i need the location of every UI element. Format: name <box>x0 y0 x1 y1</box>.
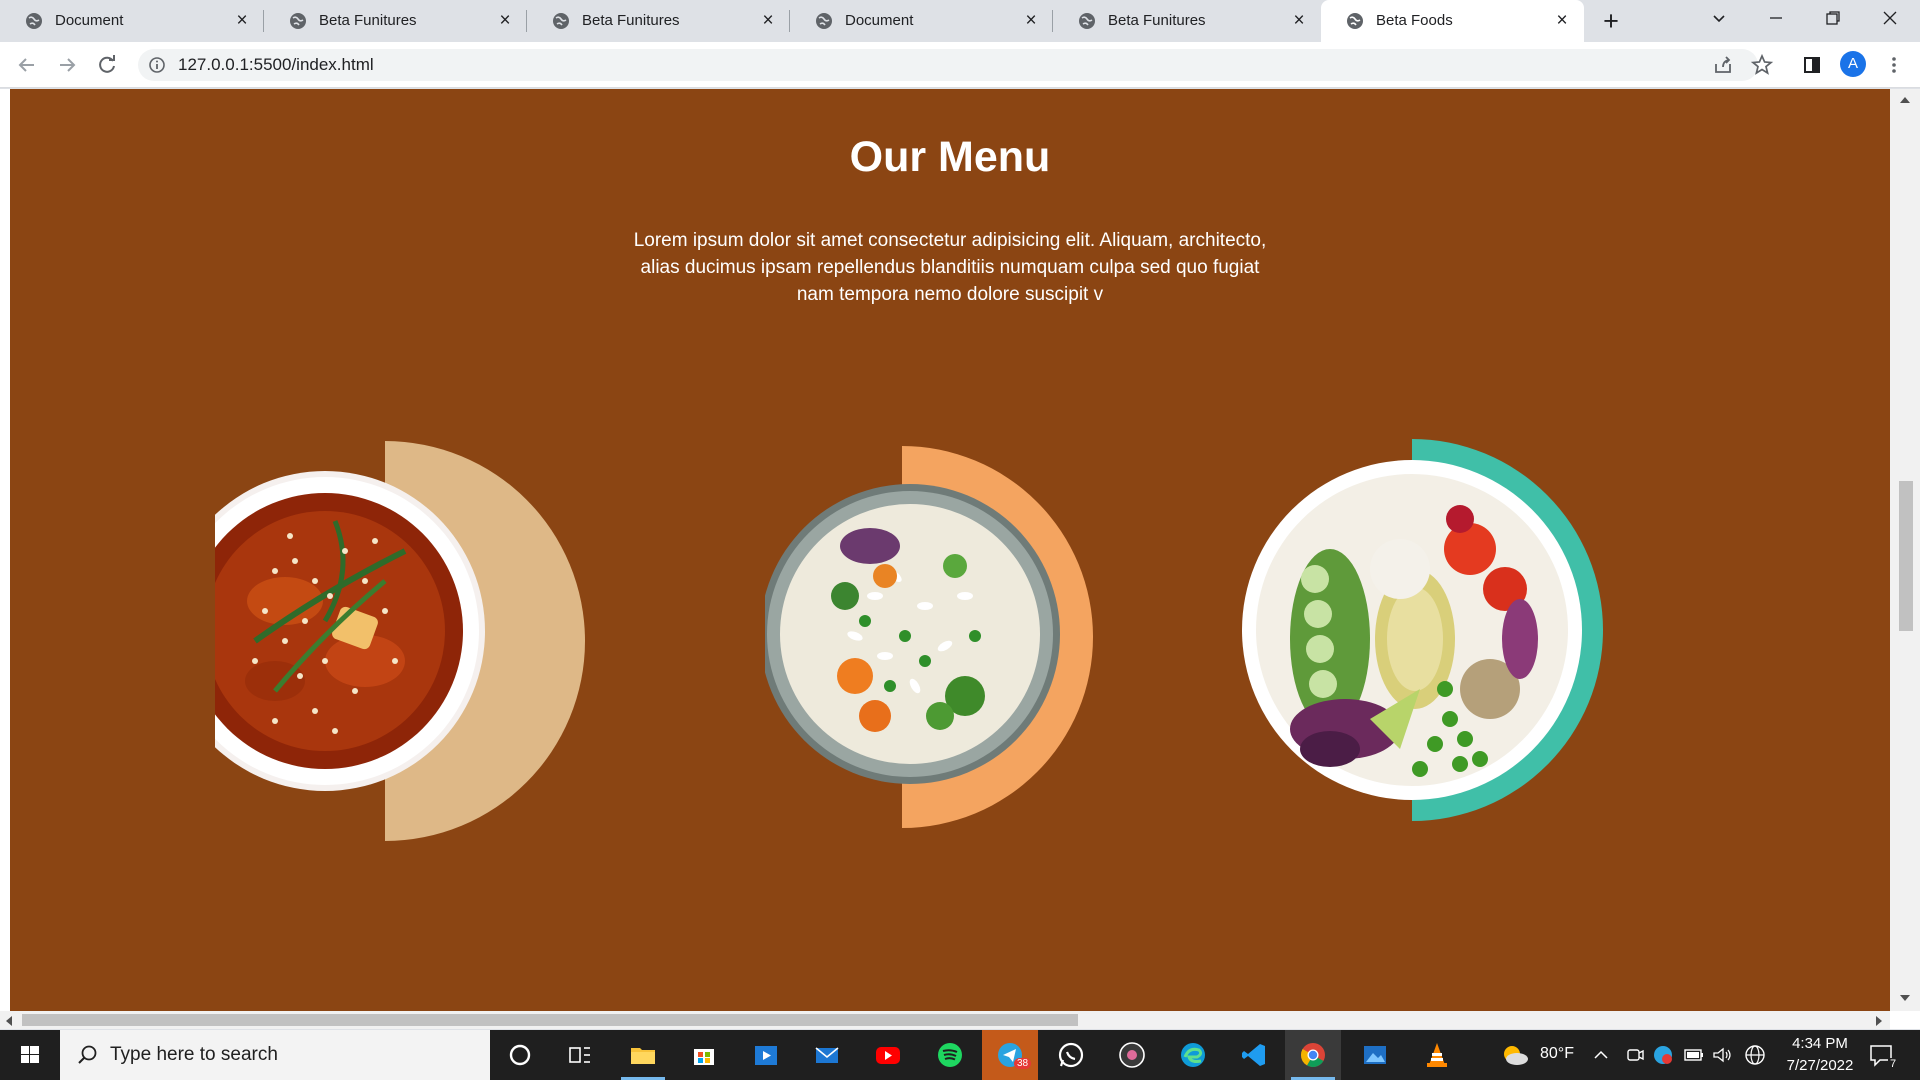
notification-count-badge: 7 <box>1888 1058 1899 1070</box>
whatsapp-icon[interactable] <box>1043 1030 1099 1080</box>
new-tab-button[interactable]: + <box>1597 8 1625 36</box>
taskbar-search-box[interactable]: Type here to search <box>60 1030 490 1080</box>
youtube-icon[interactable] <box>860 1030 916 1080</box>
tab-document-2[interactable]: Document × <box>790 0 1053 42</box>
close-tab-icon[interactable]: × <box>758 11 778 31</box>
address-bar[interactable]: 127.0.0.1:5500/index.html <box>138 49 1758 81</box>
windows-logo-icon <box>21 1046 39 1063</box>
minimize-icon[interactable] <box>1764 6 1788 30</box>
mail-icon[interactable] <box>799 1030 855 1080</box>
restore-icon[interactable] <box>1821 6 1845 30</box>
site-info-icon[interactable] <box>148 56 166 74</box>
clock-time: 4:34 PM <box>1792 1035 1848 1052</box>
scroll-up-arrow-icon[interactable] <box>1900 97 1910 103</box>
dish-card-soup <box>215 431 595 851</box>
globe-icon <box>1347 13 1363 29</box>
vertical-scrollbar[interactable] <box>1890 89 1920 1011</box>
reload-icon[interactable] <box>94 52 120 78</box>
menu-description: Lorem ipsum dolor sit amet consectetur a… <box>633 230 1267 305</box>
globe-icon <box>553 13 569 29</box>
meet-now-icon[interactable] <box>1625 1044 1645 1066</box>
tab-beta-foods[interactable]: Beta Foods × <box>1321 0 1584 42</box>
share-icon[interactable] <box>1711 53 1735 77</box>
chrome-icon[interactable] <box>1285 1030 1341 1080</box>
close-tab-icon[interactable]: × <box>1552 11 1572 31</box>
menu-section: Our Menu Lorem ipsum dolor sit amet cons… <box>10 89 1890 1011</box>
task-view-icon[interactable] <box>552 1030 608 1080</box>
search-placeholder: Type here to search <box>110 1044 278 1065</box>
globe-icon <box>816 13 832 29</box>
tab-beta-funitures-3[interactable]: Beta Funitures × <box>1053 0 1321 42</box>
obs-studio-icon[interactable] <box>1104 1030 1160 1080</box>
search-icon <box>78 1045 97 1064</box>
spotify-icon[interactable] <box>922 1030 978 1080</box>
dish-card-rice <box>765 446 1125 846</box>
side-panel-icon[interactable] <box>1800 53 1824 77</box>
tab-title: Document <box>845 12 914 29</box>
vertical-scroll-thumb[interactable] <box>1899 481 1913 631</box>
tab-strip: Document × Beta Funitures × Beta Funitur… <box>0 0 1920 42</box>
page-viewport: Our Menu Lorem ipsum dolor sit amet cons… <box>0 89 1920 1029</box>
tab-title: Document <box>55 12 124 29</box>
close-tab-icon[interactable]: × <box>1021 11 1041 31</box>
file-explorer-icon[interactable] <box>615 1030 671 1080</box>
cortana-icon[interactable] <box>492 1030 548 1080</box>
scroll-down-arrow-icon[interactable] <box>1900 995 1910 1001</box>
start-button[interactable] <box>0 1030 60 1080</box>
back-icon[interactable] <box>14 52 40 78</box>
tab-document-1[interactable]: Document × <box>0 0 264 42</box>
horizontal-scrollbar[interactable] <box>0 1011 1890 1029</box>
tab-beta-funitures-2[interactable]: Beta Funitures × <box>527 0 790 42</box>
movies-tv-icon[interactable] <box>738 1030 794 1080</box>
forward-icon[interactable] <box>54 52 80 78</box>
weather-icon[interactable] <box>1500 1042 1530 1068</box>
tab-title: Beta Funitures <box>319 12 417 29</box>
rice-bowl-image <box>765 484 1060 784</box>
salad-bowl-image <box>1242 460 1582 800</box>
vscode-icon[interactable] <box>1226 1030 1282 1080</box>
edge-icon[interactable] <box>1165 1030 1221 1080</box>
globe-icon <box>1079 13 1095 29</box>
url-text[interactable]: 127.0.0.1:5500/index.html <box>178 55 374 75</box>
tray-app-icon[interactable] <box>1652 1044 1674 1066</box>
globe-icon <box>290 13 306 29</box>
volume-icon[interactable] <box>1711 1045 1733 1065</box>
weather-temperature[interactable]: 80°F <box>1540 1045 1574 1063</box>
profile-avatar[interactable]: A <box>1840 51 1866 77</box>
more-menu-icon[interactable] <box>1882 53 1906 77</box>
tab-search-icon[interactable] <box>1707 6 1731 30</box>
close-tab-icon[interactable]: × <box>232 11 252 31</box>
close-tab-icon[interactable]: × <box>495 11 515 31</box>
telegram-badge: 38 <box>1014 1058 1032 1069</box>
taskbar-clock[interactable]: 4:34 PM 7/27/2022 <box>1760 1033 1880 1077</box>
scroll-left-arrow-icon[interactable] <box>6 1016 12 1026</box>
microsoft-store-icon[interactable] <box>676 1030 732 1080</box>
scroll-right-arrow-icon[interactable] <box>1876 1016 1882 1026</box>
tab-beta-funitures-1[interactable]: Beta Funitures × <box>264 0 527 42</box>
tab-title: Beta Funitures <box>1108 12 1206 29</box>
window-close-icon[interactable] <box>1878 6 1902 30</box>
tab-title: Beta Funitures <box>582 12 680 29</box>
battery-icon[interactable] <box>1683 1045 1705 1065</box>
telegram-icon[interactable]: 38 <box>982 1030 1038 1080</box>
tab-title: Beta Foods <box>1376 12 1453 29</box>
browser-toolbar: 127.0.0.1:5500/index.html <box>0 42 1920 88</box>
menu-heading: Our Menu <box>849 133 1051 181</box>
windows-taskbar: Type here to search 38 80°F 4:34 PM 7/27… <box>0 1030 1920 1080</box>
vlc-icon[interactable] <box>1409 1030 1465 1080</box>
close-tab-icon[interactable]: × <box>1289 11 1309 31</box>
clock-date: 7/27/2022 <box>1786 1057 1854 1074</box>
show-hidden-icons-icon[interactable] <box>1592 1046 1610 1064</box>
photos-icon[interactable] <box>1347 1030 1403 1080</box>
bookmark-star-icon[interactable] <box>1750 53 1774 77</box>
horizontal-scroll-thumb[interactable] <box>22 1014 1078 1026</box>
globe-icon <box>26 13 42 29</box>
dish-card-salad <box>1220 439 1620 839</box>
